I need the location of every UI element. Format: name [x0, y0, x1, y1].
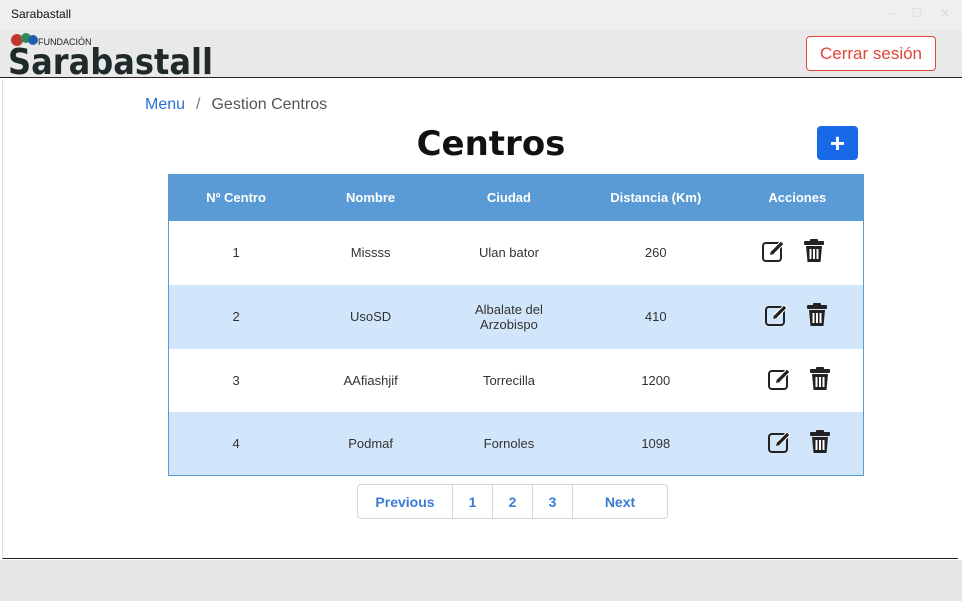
cell-ciudad: Torrecilla — [438, 348, 580, 412]
cell-ciudad: Fornoles — [438, 411, 580, 476]
breadcrumb-menu-link[interactable]: Menu — [145, 96, 185, 113]
close-icon[interactable]: ✕ — [938, 6, 952, 20]
cell-ciudad: Albalate del Arzobispo — [438, 284, 580, 349]
logo-main-text: Sarabastall — [8, 42, 213, 76]
table-row: 2 UsoSD Albalate del Arzobispo 410 — [168, 284, 864, 349]
edit-icon[interactable] — [767, 366, 793, 392]
cell-acciones — [731, 284, 864, 349]
pagination-page-1[interactable]: 1 — [453, 485, 493, 518]
breadcrumb-current: Gestion Centros — [211, 96, 328, 113]
column-header-acciones: Acciones — [731, 174, 864, 221]
column-header-numero: Nº Centro — [168, 174, 304, 221]
trash-icon[interactable] — [801, 238, 827, 264]
pagination: Previous 1 2 3 Next — [357, 484, 668, 519]
edit-icon[interactable] — [764, 302, 790, 328]
table-row: 1 Missss Ulan bator 260 — [168, 220, 864, 285]
cell-distancia: 410 — [579, 284, 732, 349]
cell-ciudad: Ulan bator — [438, 220, 580, 285]
breadcrumb: Menu / Gestion Centros — [145, 96, 327, 114]
cell-nombre: AAfiashjif — [303, 348, 438, 412]
window-titlebar: Sarabastall – ☐ ✕ — [0, 0, 962, 30]
trash-icon[interactable] — [807, 429, 833, 455]
pagination-page-3[interactable]: 3 — [533, 485, 573, 518]
logout-button[interactable]: Cerrar sesión — [806, 36, 936, 71]
column-header-ciudad: Ciudad — [438, 174, 580, 221]
window-title: Sarabastall — [11, 7, 72, 21]
cell-numero: 4 — [168, 411, 304, 476]
cell-numero: 2 — [168, 284, 304, 349]
app-footer — [0, 560, 962, 601]
trash-icon[interactable] — [807, 366, 833, 392]
cell-numero: 3 — [168, 348, 304, 412]
edit-icon[interactable] — [761, 238, 787, 264]
pagination-page-2[interactable]: 2 — [493, 485, 533, 518]
pagination-previous[interactable]: Previous — [358, 485, 453, 518]
column-header-nombre: Nombre — [303, 174, 438, 221]
trash-icon[interactable] — [804, 302, 830, 328]
cell-nombre: Missss — [303, 220, 438, 285]
cell-acciones — [731, 220, 864, 285]
cell-acciones — [731, 348, 864, 412]
table-header-row: Nº Centro Nombre Ciudad Distancia (Km) A… — [168, 174, 864, 221]
cell-distancia: 1098 — [579, 411, 732, 476]
cell-numero: 1 — [168, 220, 304, 285]
cell-nombre: Podmaf — [303, 411, 438, 476]
pagination-next[interactable]: Next — [573, 485, 667, 518]
cell-nombre: UsoSD — [303, 284, 438, 349]
app-header: FUNDACIÓN Sarabastall Cerrar sesión — [0, 30, 962, 78]
add-centro-button[interactable]: + — [817, 126, 858, 160]
table-row: 4 Podmaf Fornoles 1098 — [168, 411, 864, 476]
minimize-icon[interactable]: – — [884, 6, 898, 20]
cell-acciones — [731, 411, 864, 476]
cell-distancia: 1200 — [579, 348, 732, 412]
maximize-icon[interactable]: ☐ — [910, 6, 924, 20]
edit-icon[interactable] — [767, 429, 793, 455]
centros-table: Nº Centro Nombre Ciudad Distancia (Km) A… — [168, 174, 864, 476]
table-row: 3 AAfiashjif Torrecilla 1200 — [168, 348, 864, 412]
sarabastall-logo: FUNDACIÓN Sarabastall — [8, 33, 213, 76]
breadcrumb-separator: / — [196, 96, 201, 113]
column-header-distancia: Distancia (Km) — [579, 174, 732, 221]
cell-distancia: 260 — [579, 220, 732, 285]
